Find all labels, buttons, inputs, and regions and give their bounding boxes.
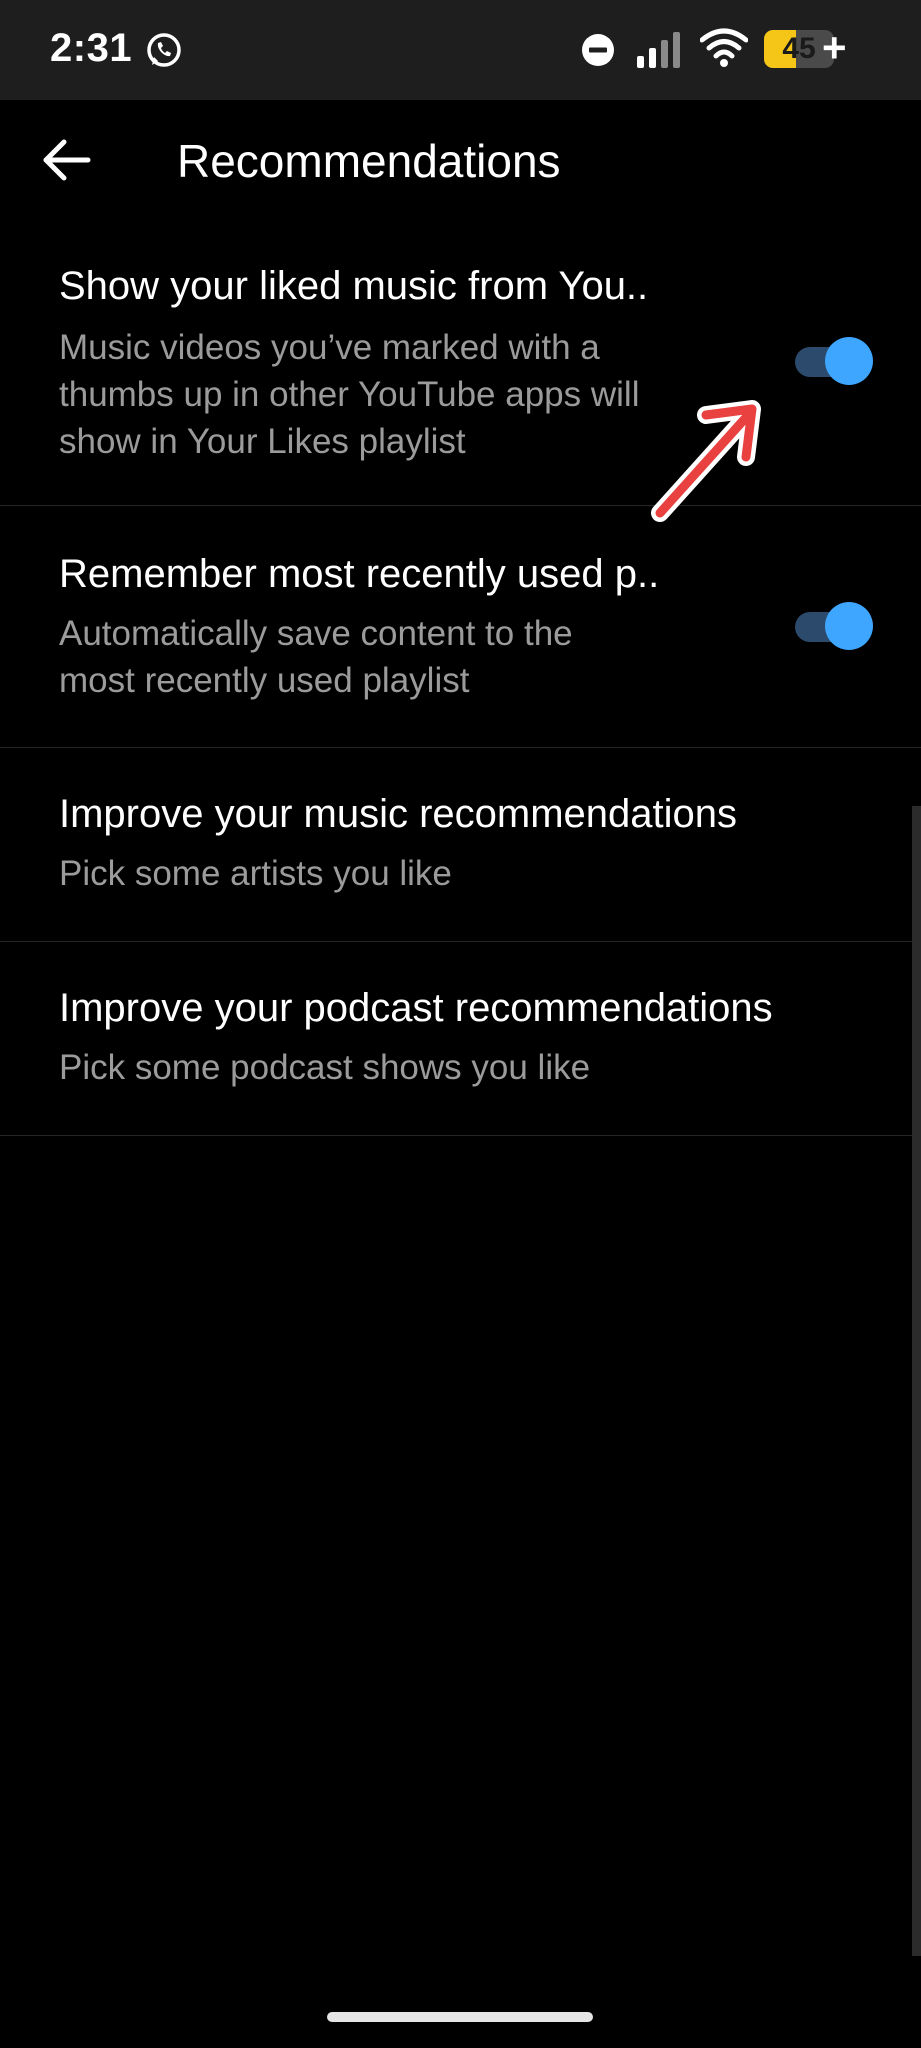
setting-title: Show your liked music from You.. <box>59 264 649 308</box>
subtitle-line: Pick some artists you like <box>59 854 452 893</box>
liked-music-toggle[interactable] <box>795 337 875 385</box>
recent-playlist-toggle[interactable] <box>795 602 875 650</box>
back-button[interactable] <box>30 130 106 190</box>
whatsapp-icon <box>147 33 181 67</box>
toggle-knob <box>825 337 873 385</box>
setting-subtitle: Music videos you’ve marked with a thumbs… <box>59 324 639 465</box>
setting-subtitle: Pick some podcast shows you like <box>59 1044 590 1091</box>
home-indicator[interactable] <box>327 2012 593 2022</box>
page-title: Recommendations <box>177 135 561 187</box>
setting-row-recent-playlist[interactable]: Remember most recently used p.. Automati… <box>0 506 921 748</box>
arrow-left-icon <box>43 139 91 181</box>
signal-icon <box>637 32 680 68</box>
setting-subtitle: Automatically save content to the most r… <box>59 610 573 704</box>
subtitle-line: show in Your Likes playlist <box>59 422 466 461</box>
scrollbar[interactable] <box>912 806 921 1956</box>
setting-title: Improve your music recommendations <box>59 792 738 836</box>
setting-row-podcast-recommendations[interactable]: Improve your podcast recommendations Pic… <box>0 942 921 1136</box>
subtitle-line: thumbs up in other YouTube apps will <box>59 375 640 414</box>
subtitle-line: Pick some podcast shows you like <box>59 1048 591 1087</box>
subtitle-line: Automatically save content to the <box>59 614 573 653</box>
subtitle-line: most recently used playlist <box>59 661 470 700</box>
status-time: 2:31 <box>50 26 133 70</box>
do-not-disturb-icon <box>582 34 614 66</box>
setting-subtitle: Pick some artists you like <box>59 850 452 897</box>
charging-icon: + <box>822 24 847 71</box>
red-arrow-icon <box>651 400 761 522</box>
status-bar: 2:31 45 + <box>0 0 921 100</box>
setting-title: Improve your podcast recommendations <box>59 986 773 1030</box>
subtitle-line: Music videos you’ve marked with a <box>59 328 600 367</box>
wifi-icon <box>700 28 748 67</box>
setting-row-liked-music[interactable]: Show your liked music from You.. Music v… <box>0 232 921 506</box>
setting-row-music-recommendations[interactable]: Improve your music recommendations Pick … <box>0 748 921 942</box>
setting-title: Remember most recently used p.. <box>59 552 660 596</box>
toggle-knob <box>825 602 873 650</box>
